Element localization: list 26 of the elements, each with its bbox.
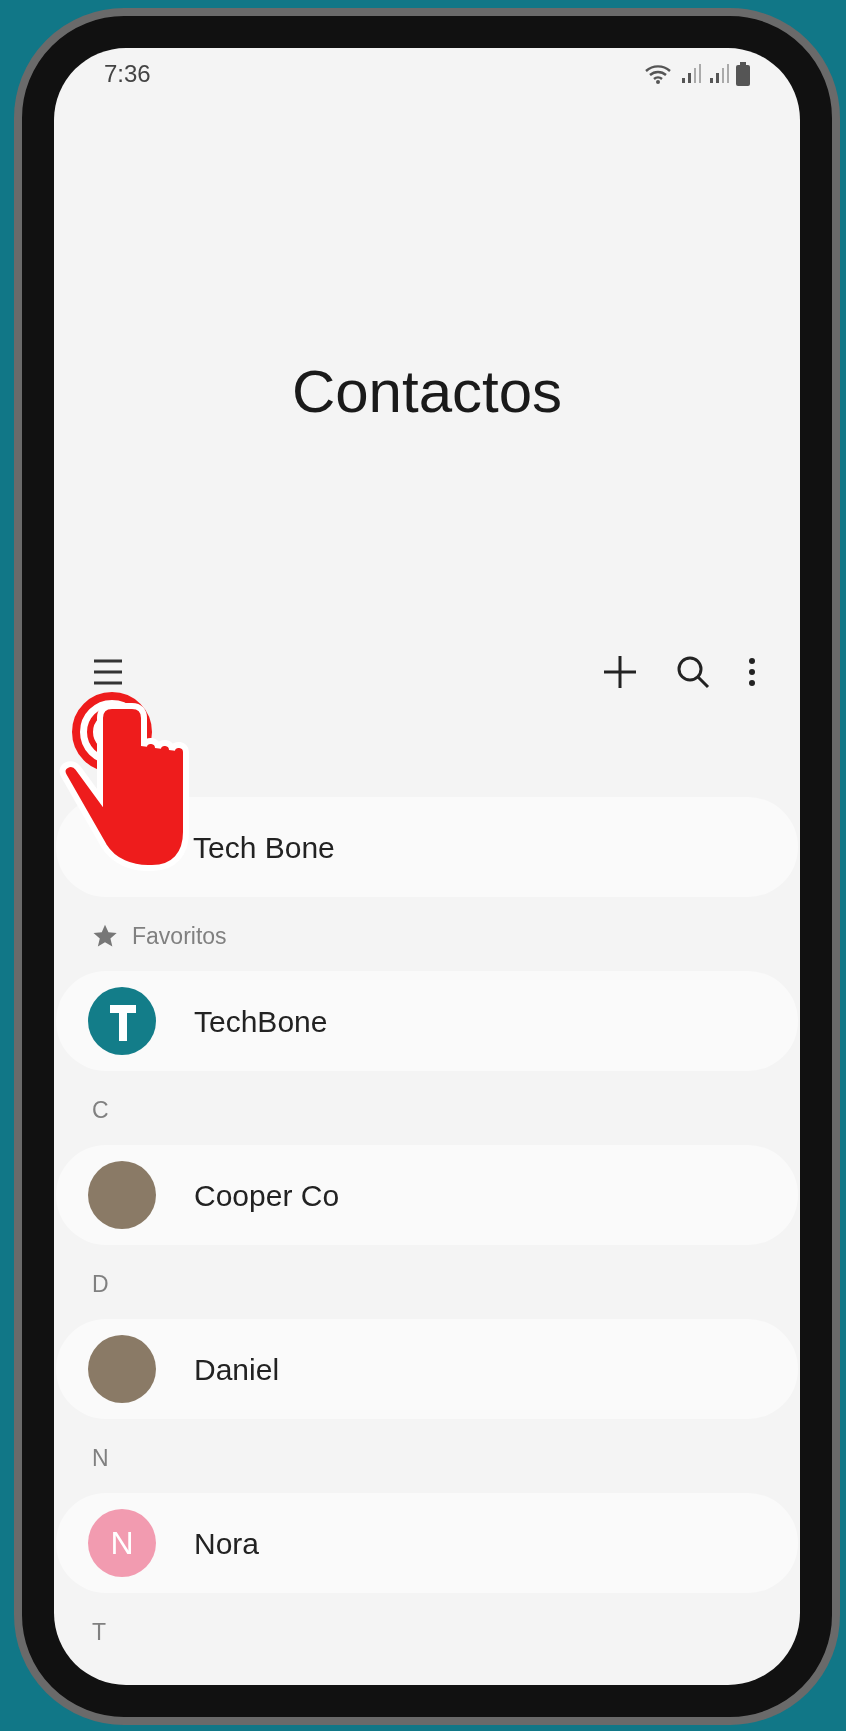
- app-title: Contactos: [291, 357, 563, 427]
- section-header: C: [92, 1095, 109, 1125]
- contact-row[interactable]: Daniel: [56, 1319, 798, 1419]
- initial-avatar: N: [88, 1509, 156, 1577]
- status-time: 7:36: [104, 59, 151, 89]
- search-button[interactable]: [676, 655, 710, 689]
- add-button[interactable]: [602, 654, 638, 690]
- signal-icon: [680, 63, 702, 85]
- contact-name: Nora: [194, 1525, 260, 1562]
- battery-icon: [736, 62, 750, 86]
- contact-name: Cooper Co: [194, 1177, 340, 1214]
- section-header: D: [92, 1269, 109, 1299]
- more-options-button[interactable]: [748, 657, 756, 687]
- section-header: N: [92, 1443, 109, 1473]
- contact-name: TechBone: [194, 1003, 328, 1040]
- contact-name: Daniel: [194, 1351, 280, 1388]
- contact-name: Tech Bone: [193, 829, 335, 866]
- star-icon: [92, 923, 118, 949]
- contact-row[interactable]: Cooper Co: [56, 1145, 798, 1245]
- section-header: T: [92, 1617, 107, 1647]
- contact-row[interactable]: N Nora: [56, 1493, 798, 1593]
- section-header: Favoritos: [132, 921, 227, 951]
- logo-avatar-icon: [88, 987, 156, 1055]
- profile-row[interactable]: Tech Bone: [56, 797, 798, 897]
- signal-icon: [708, 63, 730, 85]
- contact-row[interactable]: TechBone: [56, 971, 798, 1071]
